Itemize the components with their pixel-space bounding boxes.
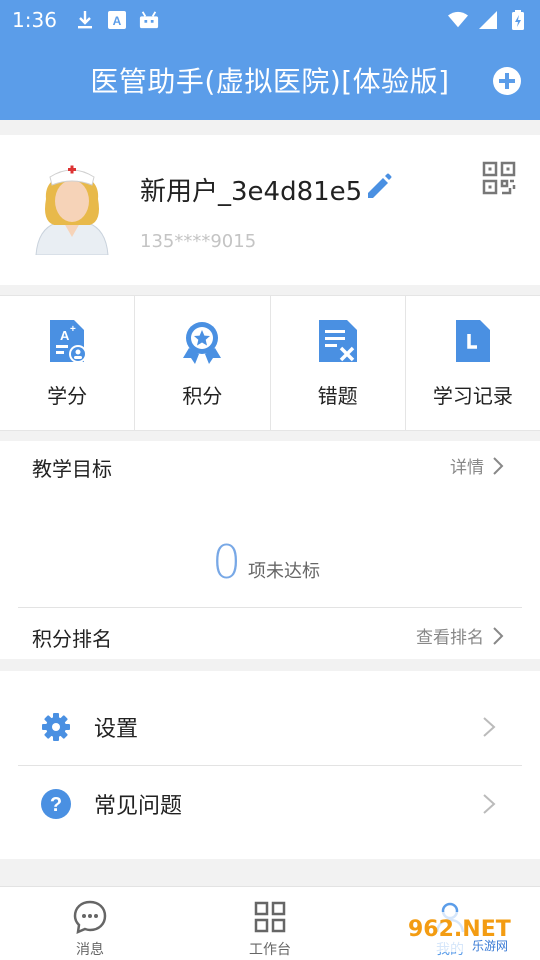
quick-item-study-record[interactable]: 学习记录 (406, 296, 540, 430)
teaching-card: 教学目标 详情 0 项未达标 积分排名 查看排名 (0, 441, 540, 659)
chevron-right-icon (493, 626, 504, 645)
chevron-right-icon (483, 794, 496, 814)
status-bar: 1:36 A (0, 0, 540, 40)
a-icon: A (107, 10, 127, 30)
menu-label: 设置 (94, 717, 139, 742)
quick-item-points[interactable]: 积分 (135, 296, 271, 430)
nav-label: 消息 (76, 942, 104, 958)
pencil-icon[interactable] (364, 171, 394, 201)
ranking-link[interactable]: 查看排名 (416, 623, 504, 648)
credit-doc-icon: A + (44, 318, 90, 364)
wifi-icon (448, 10, 468, 30)
menu-card: 设置 ? 常见问题 (0, 671, 540, 859)
study-record-icon (450, 318, 496, 364)
quick-label: 学分 (47, 384, 88, 408)
avatar[interactable] (32, 159, 112, 256)
svg-text:+: + (70, 324, 76, 335)
gear-icon (40, 711, 72, 743)
chevron-right-icon (493, 456, 504, 475)
details-label: 详情 (450, 458, 484, 478)
ranking-title: 积分排名 (32, 627, 112, 651)
page-title: 医管助手(虚拟医院)[体验版] (90, 65, 450, 98)
qr-code-icon[interactable] (482, 161, 516, 195)
chevron-right-icon (483, 717, 496, 737)
app-header: 医管助手(虚拟医院)[体验版] (0, 40, 540, 120)
ranking-link-label: 查看排名 (416, 628, 484, 648)
plus-circle-icon (493, 67, 521, 95)
grid-icon (252, 899, 288, 935)
quick-label: 积分 (182, 384, 223, 408)
android-icon (139, 10, 159, 30)
quick-item-credit[interactable]: A + 学分 (0, 296, 136, 430)
menu-label: 常见问题 (94, 794, 183, 819)
nav-item-workbench[interactable]: 工作台 (180, 887, 360, 960)
divider (18, 607, 522, 608)
nav-item-messages[interactable]: 消息 (0, 887, 180, 960)
user-name: 新用户_3e4d81e5 (140, 177, 363, 207)
question-icon: ? (40, 788, 72, 820)
download-icon (75, 10, 95, 30)
add-button[interactable] (492, 66, 522, 96)
battery-icon (508, 10, 528, 30)
wrong-question-icon (315, 318, 361, 364)
watermark-logo: 962.NET 乐游网 (402, 908, 534, 956)
chat-bubble-icon (72, 899, 108, 935)
nurse-avatar-icon (35, 165, 109, 256)
quick-item-wrong-questions[interactable]: 错题 (271, 296, 406, 430)
quick-label: 学习记录 (432, 384, 513, 408)
watermark-sub: 乐游网 (472, 939, 508, 953)
medal-icon (179, 318, 225, 364)
teaching-details-link[interactable]: 详情 (450, 453, 504, 478)
menu-item-faq[interactable]: ? 常见问题 (0, 766, 540, 842)
profile-card[interactable]: 新用户_3e4d81e5 135****9015 (0, 135, 540, 285)
nav-label: 工作台 (249, 942, 291, 958)
goal-count: 0 (212, 535, 242, 589)
quick-actions: A + 学分 积分 错题 学习记录 (0, 295, 540, 431)
svg-text:?: ? (50, 794, 62, 816)
status-notification-icons: A (75, 10, 159, 30)
status-system-icons (448, 10, 528, 30)
svg-text:A: A (60, 328, 70, 343)
quick-label: 错题 (317, 384, 358, 408)
goal-text: 项未达标 (248, 561, 320, 582)
signal-icon (478, 10, 498, 30)
menu-item-settings[interactable]: 设置 (0, 689, 540, 765)
teaching-title: 教学目标 (32, 457, 112, 481)
svg-text:A: A (113, 14, 122, 28)
user-phone: 135****9015 (140, 231, 257, 252)
status-time: 1:36 (12, 8, 57, 32)
